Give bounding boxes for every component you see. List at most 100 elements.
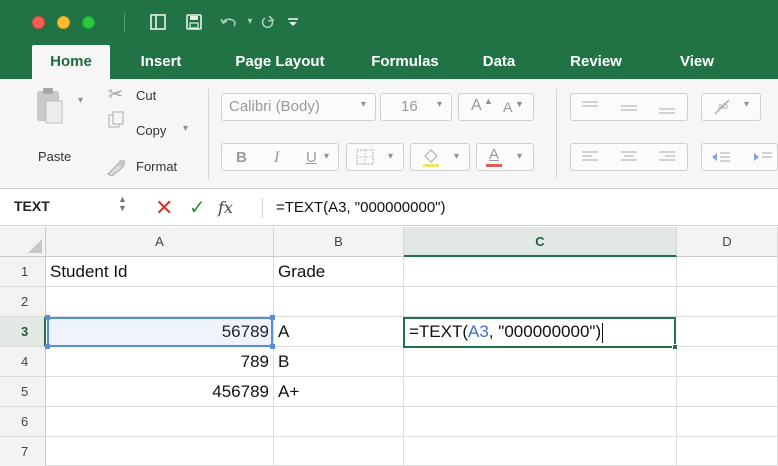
- cell-c4[interactable]: [404, 347, 677, 377]
- undo-icon[interactable]: [219, 10, 243, 34]
- row-header-7[interactable]: 7: [0, 437, 46, 466]
- orientation-dropdown-icon[interactable]: ▾: [744, 99, 749, 110]
- align-top-icon[interactable]: [580, 99, 600, 118]
- name-box-stepper-icon[interactable]: ▲ ▼: [118, 195, 127, 213]
- underline-button[interactable]: U: [306, 149, 317, 166]
- tab-page-layout[interactable]: Page Layout: [216, 45, 344, 79]
- cell-d5[interactable]: [677, 377, 778, 407]
- undo-dropdown-icon[interactable]: ▾: [244, 10, 256, 34]
- fill-handle[interactable]: [672, 344, 678, 350]
- font-size-dropdown-icon[interactable]: ▾: [437, 99, 442, 110]
- column-header-a[interactable]: A: [46, 227, 274, 257]
- decrease-indent-icon[interactable]: [710, 149, 732, 168]
- range-handle-bottom-left[interactable]: [45, 344, 50, 349]
- tab-formulas[interactable]: Formulas: [355, 45, 455, 79]
- cell-c1[interactable]: [404, 257, 677, 287]
- cell-d2[interactable]: [677, 287, 778, 317]
- font-color-dropdown-icon[interactable]: ▾: [517, 151, 522, 162]
- tab-view[interactable]: View: [661, 45, 733, 79]
- align-left-icon[interactable]: [580, 149, 600, 168]
- active-cell-c3-editor[interactable]: =TEXT(A3, "000000000"): [403, 317, 678, 350]
- format-label[interactable]: Format: [136, 159, 177, 174]
- align-center-icon[interactable]: [619, 149, 639, 168]
- cell-c7[interactable]: [404, 437, 677, 466]
- row-header-3[interactable]: 3: [0, 317, 46, 347]
- copy-dropdown-icon[interactable]: ▾: [183, 123, 188, 134]
- cell-b7[interactable]: [274, 437, 404, 466]
- range-handle-top-left[interactable]: [45, 315, 50, 320]
- cell-c2[interactable]: [404, 287, 677, 317]
- tab-home[interactable]: Home: [32, 45, 110, 79]
- enter-checkmark-icon[interactable]: ✓: [189, 195, 206, 221]
- shrink-font-button[interactable]: A: [503, 99, 512, 115]
- redo-icon[interactable]: [259, 10, 281, 34]
- cell-c5[interactable]: [404, 377, 677, 407]
- column-header-c[interactable]: C: [404, 227, 677, 257]
- cell-a4[interactable]: 789: [46, 347, 274, 377]
- cell-a1[interactable]: Student Id: [46, 257, 274, 287]
- scissors-icon[interactable]: ✂: [108, 84, 123, 105]
- cancel-icon[interactable]: ✕: [155, 195, 173, 221]
- save-icon[interactable]: [186, 10, 208, 34]
- fill-color-dropdown-icon[interactable]: ▾: [454, 151, 459, 162]
- cell-b2[interactable]: [274, 287, 404, 317]
- tab-insert[interactable]: Insert: [123, 45, 199, 79]
- font-name-dropdown-icon[interactable]: ▾: [361, 99, 366, 110]
- underline-dropdown-icon[interactable]: ▾: [324, 151, 329, 162]
- borders-button[interactable]: [346, 143, 404, 171]
- formula-input[interactable]: =TEXT(A3, "000000000"): [276, 199, 446, 216]
- range-handle-bottom-right[interactable]: [270, 344, 275, 349]
- row-header-6[interactable]: 6: [0, 407, 46, 437]
- cell-b6[interactable]: [274, 407, 404, 437]
- customize-toolbar-icon[interactable]: [286, 10, 308, 34]
- row-header-1[interactable]: 1: [0, 257, 46, 287]
- tab-data[interactable]: Data: [463, 45, 535, 79]
- cell-a6[interactable]: [46, 407, 274, 437]
- sidebar-icon[interactable]: [150, 10, 172, 34]
- row-header-4[interactable]: 4: [0, 347, 46, 377]
- cell-b5[interactable]: A+: [274, 377, 404, 407]
- cell-b1[interactable]: Grade: [274, 257, 404, 287]
- range-handle-top-right[interactable]: [270, 315, 275, 320]
- select-all-button[interactable]: [0, 227, 46, 257]
- cell-b3[interactable]: A: [274, 317, 404, 347]
- cell-d4[interactable]: [677, 347, 778, 377]
- cell-d6[interactable]: [677, 407, 778, 437]
- edit-formula-reference[interactable]: A3: [468, 322, 489, 341]
- cell-a7[interactable]: [46, 437, 274, 466]
- row-header-5[interactable]: 5: [0, 377, 46, 407]
- minimize-window-button[interactable]: [57, 16, 70, 29]
- align-right-icon[interactable]: [657, 149, 677, 168]
- bold-button[interactable]: B: [236, 149, 247, 166]
- format-painter-icon[interactable]: [105, 159, 127, 180]
- cell-a5[interactable]: 456789: [46, 377, 274, 407]
- column-header-d[interactable]: D: [677, 227, 778, 257]
- ribbon-home: ▾ Paste ✂ Cut Copy ▾ Format Calibri (Bod…: [0, 79, 778, 189]
- cell-d1[interactable]: [677, 257, 778, 287]
- name-box[interactable]: TEXT: [14, 198, 50, 214]
- borders-dropdown-icon[interactable]: ▾: [388, 151, 393, 162]
- cell-a2[interactable]: [46, 287, 274, 317]
- font-color-button[interactable]: [476, 143, 534, 171]
- insert-function-button[interactable]: fx: [218, 198, 233, 217]
- grow-font-button[interactable]: A: [471, 97, 482, 115]
- paste-dropdown-icon[interactable]: ▾: [78, 95, 83, 106]
- column-header-b[interactable]: B: [274, 227, 404, 257]
- copy-label[interactable]: Copy: [136, 123, 166, 138]
- cell-b4[interactable]: B: [274, 347, 404, 377]
- copy-icon[interactable]: [108, 111, 124, 132]
- italic-button[interactable]: I: [274, 149, 279, 167]
- row-header-2[interactable]: 2: [0, 287, 46, 317]
- cell-d7[interactable]: [677, 437, 778, 466]
- increase-indent-icon[interactable]: [752, 149, 774, 168]
- cell-d3[interactable]: [677, 317, 778, 347]
- paste-label[interactable]: Paste: [38, 149, 71, 164]
- align-bottom-icon[interactable]: [657, 99, 677, 118]
- paste-icon[interactable]: [34, 87, 64, 125]
- cell-c6[interactable]: [404, 407, 677, 437]
- zoom-window-button[interactable]: [82, 16, 95, 29]
- align-middle-icon[interactable]: [619, 99, 639, 118]
- cut-label[interactable]: Cut: [136, 88, 156, 103]
- close-window-button[interactable]: [32, 16, 45, 29]
- tab-review[interactable]: Review: [543, 45, 649, 79]
